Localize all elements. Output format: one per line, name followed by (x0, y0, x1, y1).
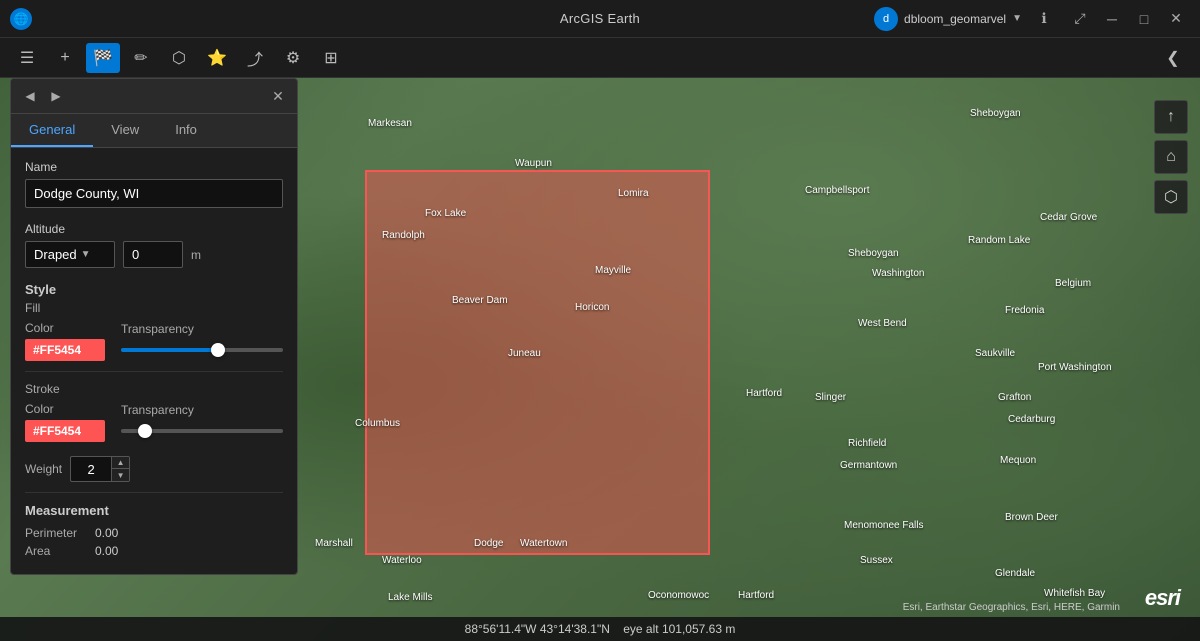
map-attribution: Esri, Earthstar Geographics, Esri, HERE,… (903, 602, 1120, 613)
fill-transparency-slider[interactable] (121, 340, 283, 360)
scene-button[interactable]: ⬡ (162, 43, 196, 73)
perimeter-row: Perimeter 0.00 (25, 526, 283, 540)
user-info: d dbloom_geomarvel ▼ (874, 7, 1022, 31)
panel-body: Name Altitude Draped ▼ m Style Fill Colo… (11, 148, 297, 574)
collapse-button[interactable]: ❮ (1156, 43, 1190, 73)
add-button[interactable]: + (48, 43, 82, 73)
app-title: ArcGIS Earth (560, 11, 640, 26)
weight-arrows: ▲ ▼ (111, 457, 129, 481)
navigate-button[interactable]: 🏁 (86, 43, 120, 73)
fill-color-col: Color #FF5454 (25, 321, 105, 361)
altitude-row: Draped ▼ m (25, 241, 283, 268)
bookmark-button[interactable]: ⭐ (200, 43, 234, 73)
altitude-mode-value: Draped (34, 247, 77, 262)
app-icon: 🌐 (10, 8, 32, 30)
fill-color-label: Color (25, 321, 105, 335)
name-input[interactable] (25, 179, 283, 208)
panel-header: ◀ ▶ ✕ (11, 79, 297, 114)
panel-tabs: General View Info (11, 114, 297, 148)
side-panel: ◀ ▶ ✕ General View Info Name Altitude Dr… (10, 78, 298, 575)
coordinates-display: 88°56'11.4"W 43°14'38.1"N eye alt 101,05… (465, 622, 736, 636)
perimeter-label: Perimeter (25, 526, 95, 540)
weight-up-button[interactable]: ▲ (111, 457, 129, 469)
weight-input[interactable] (71, 458, 111, 481)
panel-back-button[interactable]: ◀ (19, 85, 41, 107)
area-label: Area (25, 544, 95, 558)
layers-button[interactable]: ☰ (10, 43, 44, 73)
esri-logo: esri (1145, 585, 1180, 611)
markup-button[interactable]: ✏ (124, 43, 158, 73)
home-button[interactable]: ⌂ (1154, 140, 1188, 174)
fill-transparency-label: Transparency (121, 322, 283, 336)
stroke-slider-thumb[interactable] (138, 424, 152, 438)
dropdown-arrow-icon: ▼ (81, 249, 91, 260)
polygon-overlay (365, 170, 710, 555)
perimeter-value: 0.00 (95, 526, 118, 540)
main-toolbar: ☰ + 🏁 ✏ ⬡ ⭐ ⤴ ⚙ ⊞ ❮ (0, 38, 1200, 78)
divider-fill-stroke (25, 371, 283, 372)
coordinates-text: 88°56'11.4"W 43°14'38.1"N (465, 622, 610, 636)
stroke-header: Stroke (25, 382, 283, 396)
altitude-unit: m (191, 248, 201, 262)
stroke-transparency-col: Transparency (121, 403, 283, 441)
measurement-header: Measurement (25, 503, 283, 518)
panel-close-button[interactable]: ✕ (267, 85, 289, 107)
tab-general[interactable]: General (11, 114, 93, 147)
window-controls: ⤢ ─ □ ✕ (1066, 5, 1190, 33)
username: dbloom_geomarvel (904, 12, 1006, 26)
toolbar-right: d dbloom_geomarvel ▼ ℹ ⤢ ─ □ ✕ (874, 5, 1190, 33)
weight-label: Weight (25, 462, 62, 476)
settings-button[interactable]: ⚙ (276, 43, 310, 73)
stroke-transparency-slider[interactable] (121, 421, 283, 441)
style-header: Style (25, 282, 283, 297)
tab-info[interactable]: Info (157, 114, 215, 147)
title-bar: 🌐 ArcGIS Earth d dbloom_geomarvel ▼ ℹ ⤢ … (0, 0, 1200, 38)
toolbar-left: 🌐 (10, 8, 36, 30)
stroke-color-swatch[interactable]: #FF5454 (25, 420, 105, 442)
status-bar: 88°56'11.4"W 43°14'38.1"N eye alt 101,05… (0, 617, 1200, 641)
3d-view-button[interactable]: ⬡ (1154, 180, 1188, 214)
weight-row: Weight ▲ ▼ (25, 456, 283, 482)
name-label: Name (25, 160, 283, 174)
divider-stroke-measurement (25, 492, 283, 493)
fill-header: Fill (25, 301, 283, 315)
minimize-button[interactable]: ─ (1098, 5, 1126, 33)
share-button[interactable]: ⤴ (238, 43, 272, 73)
compass-button[interactable]: ↑ (1154, 100, 1188, 134)
stroke-color-hex: #FF5454 (33, 424, 81, 438)
tab-view[interactable]: View (93, 114, 157, 147)
weight-down-button[interactable]: ▼ (111, 469, 129, 481)
area-value: 0.00 (95, 544, 118, 558)
altitude-label: Altitude (25, 222, 283, 236)
weight-input-wrap: ▲ ▼ (70, 456, 130, 482)
fill-transparency-col: Transparency (121, 322, 283, 360)
user-dropdown-icon[interactable]: ▼ (1012, 13, 1022, 24)
fill-color-hex: #FF5454 (33, 343, 81, 357)
fullscreen-button[interactable]: ⤢ (1066, 5, 1094, 33)
user-avatar: d (874, 7, 898, 31)
stroke-slider-track (121, 429, 283, 433)
fill-slider-thumb[interactable] (211, 343, 225, 357)
fill-slider-track (121, 348, 283, 352)
panel-forward-button[interactable]: ▶ (45, 85, 67, 107)
panel-nav: ◀ ▶ (19, 85, 67, 107)
info-button[interactable]: ℹ (1030, 5, 1058, 33)
area-row: Area 0.00 (25, 544, 283, 558)
attribution-text: Esri, Earthstar Geographics, Esri, HERE,… (903, 602, 1120, 613)
right-nav: ↑ ⌂ ⬡ (1154, 100, 1188, 214)
fill-color-swatch[interactable]: #FF5454 (25, 339, 105, 361)
stroke-transparency-label: Transparency (121, 403, 283, 417)
altitude-mode-dropdown[interactable]: Draped ▼ (25, 241, 115, 268)
stroke-color-row: Color #FF5454 Transparency (25, 402, 283, 442)
eye-alt-text: eye alt 101,057.63 m (623, 622, 735, 636)
stroke-color-label: Color (25, 402, 105, 416)
altitude-value-input[interactable] (123, 241, 183, 268)
fill-color-row: Color #FF5454 Transparency (25, 321, 283, 361)
grid-button[interactable]: ⊞ (314, 43, 348, 73)
stroke-color-col: Color #FF5454 (25, 402, 105, 442)
close-button[interactable]: ✕ (1162, 5, 1190, 33)
maximize-button[interactable]: □ (1130, 5, 1158, 33)
